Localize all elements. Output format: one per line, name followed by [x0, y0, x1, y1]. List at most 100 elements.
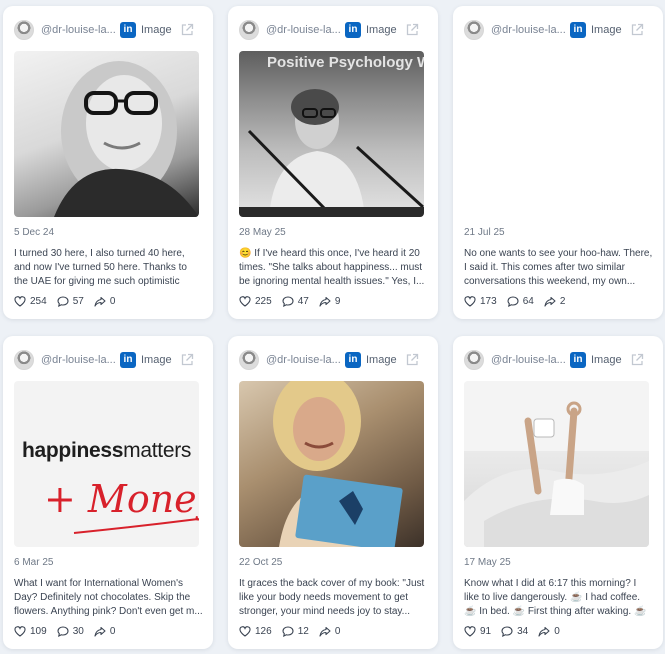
- author-handle[interactable]: @dr-louise-la...: [491, 24, 567, 36]
- media-type-label: Image: [591, 354, 622, 366]
- shares-count: 2: [559, 295, 566, 307]
- comments-count: 12: [297, 625, 309, 637]
- comment-icon: [282, 295, 294, 307]
- external-link-icon[interactable]: [630, 23, 644, 37]
- post-stats: 254 57 0: [14, 294, 125, 308]
- post-stats: 91 34 0: [464, 624, 570, 638]
- likes-count: 126: [255, 625, 272, 637]
- comment-icon: [57, 295, 69, 307]
- post-card[interactable]: @dr-louise-la... in Image 17 May 25 Know…: [453, 336, 663, 649]
- post-date: 28 May 25: [239, 227, 286, 238]
- share-icon: [94, 626, 106, 637]
- media-type-label: Image: [141, 24, 172, 36]
- heart-icon: [14, 295, 26, 307]
- likes-count: 225: [255, 295, 272, 307]
- shares-count: 0: [109, 625, 116, 637]
- likes-stat: 109: [14, 626, 47, 637]
- comment-icon: [501, 625, 513, 637]
- comments-stat: 30: [57, 626, 84, 637]
- post-image[interactable]: happinessmatters + Money: [14, 381, 199, 547]
- share-icon: [319, 626, 331, 637]
- external-link-icon[interactable]: [180, 23, 194, 37]
- external-link-icon[interactable]: [405, 23, 419, 37]
- card-header: @dr-louise-la... in Image: [14, 19, 202, 41]
- post-stats: 126 12 0: [239, 624, 350, 638]
- shares-stat: 0: [94, 295, 116, 307]
- post-card[interactable]: @dr-louise-la... in Image Positive Psych…: [228, 6, 438, 319]
- shares-count: 0: [554, 625, 560, 637]
- shares-count: 9: [334, 295, 341, 307]
- post-text: No one wants to see your hoo-haw. There,…: [464, 248, 653, 287]
- avatar[interactable]: [14, 20, 34, 40]
- post-image[interactable]: [464, 51, 649, 217]
- author-handle[interactable]: @dr-louise-la...: [266, 24, 342, 36]
- linkedin-icon: in: [570, 352, 586, 368]
- comments-stat: 57: [57, 296, 84, 307]
- post-card[interactable]: @dr-louise-la... in Image 21 Jul 25 No o…: [453, 6, 663, 319]
- share-icon: [319, 296, 331, 307]
- comments-count: 47: [297, 295, 309, 307]
- comment-icon: [57, 625, 69, 637]
- comments-count: 30: [72, 625, 84, 637]
- post-stats: 225 47 9: [239, 294, 350, 308]
- likes-count: 173: [480, 295, 497, 307]
- post-date: 22 Oct 25: [239, 557, 283, 568]
- post-card[interactable]: @dr-louise-la... in Image 5 Dec 24 I tur…: [3, 6, 213, 319]
- post-date: 21 Jul 25: [464, 227, 505, 238]
- avatar[interactable]: [239, 350, 259, 370]
- shares-stat: 9: [319, 295, 341, 307]
- heart-icon: [239, 625, 251, 637]
- comments-count: 34: [517, 625, 529, 637]
- avatar[interactable]: [239, 20, 259, 40]
- post-image[interactable]: [239, 381, 424, 547]
- likes-stat: 254: [14, 296, 47, 307]
- comment-icon: [282, 625, 294, 637]
- external-link-icon[interactable]: [630, 353, 644, 367]
- avatar[interactable]: [464, 350, 484, 370]
- author-handle[interactable]: @dr-louise-la...: [41, 24, 117, 36]
- media-type-label: Image: [366, 24, 397, 36]
- comments-count: 64: [522, 295, 534, 307]
- post-stats: 109 30 0: [14, 624, 125, 638]
- likes-stat: 91: [464, 626, 491, 637]
- likes-count: 254: [30, 295, 47, 307]
- likes-stat: 173: [464, 296, 497, 307]
- heart-icon: [464, 625, 476, 637]
- comments-stat: 12: [282, 626, 309, 637]
- external-link-icon[interactable]: [180, 353, 194, 367]
- comment-icon: [507, 295, 519, 307]
- likes-count: 109: [30, 625, 47, 637]
- author-handle[interactable]: @dr-louise-la...: [41, 354, 117, 366]
- post-image[interactable]: [464, 381, 649, 547]
- avatar[interactable]: [464, 20, 484, 40]
- post-image[interactable]: [14, 51, 199, 217]
- card-header: @dr-louise-la... in Image: [14, 349, 202, 371]
- likes-count: 91: [480, 625, 492, 637]
- shares-count: 0: [334, 625, 341, 637]
- shares-stat: 2: [544, 295, 566, 307]
- share-icon: [538, 626, 550, 637]
- media-type-label: Image: [141, 354, 172, 366]
- shares-count: 0: [109, 295, 116, 307]
- avatar[interactable]: [14, 350, 34, 370]
- likes-stat: 225: [239, 296, 272, 307]
- card-header: @dr-louise-la... in Image: [239, 349, 427, 371]
- card-header: @dr-louise-la... in Image: [239, 19, 427, 41]
- author-handle[interactable]: @dr-louise-la...: [266, 354, 342, 366]
- author-handle[interactable]: @dr-louise-la...: [491, 354, 567, 366]
- share-icon: [544, 296, 556, 307]
- shares-stat: 0: [538, 626, 560, 637]
- post-image[interactable]: Positive Psychology W: [239, 51, 424, 217]
- external-link-icon[interactable]: [405, 353, 419, 367]
- comments-count: 57: [72, 295, 84, 307]
- post-card[interactable]: @dr-louise-la... in Image 22 Oct 25 It g…: [228, 336, 438, 649]
- post-text: 😊 If I've heard this once, I've heard it…: [239, 248, 425, 287]
- card-header: @dr-louise-la... in Image: [464, 349, 652, 371]
- linkedin-icon: in: [120, 352, 136, 368]
- post-date: 17 May 25: [464, 557, 511, 568]
- linkedin-icon: in: [345, 352, 361, 368]
- heart-icon: [239, 295, 251, 307]
- post-text: It graces the back cover of my book: "Ju…: [239, 578, 425, 617]
- post-card[interactable]: @dr-louise-la... in Image happinessmatte…: [3, 336, 213, 649]
- comments-stat: 64: [507, 296, 534, 307]
